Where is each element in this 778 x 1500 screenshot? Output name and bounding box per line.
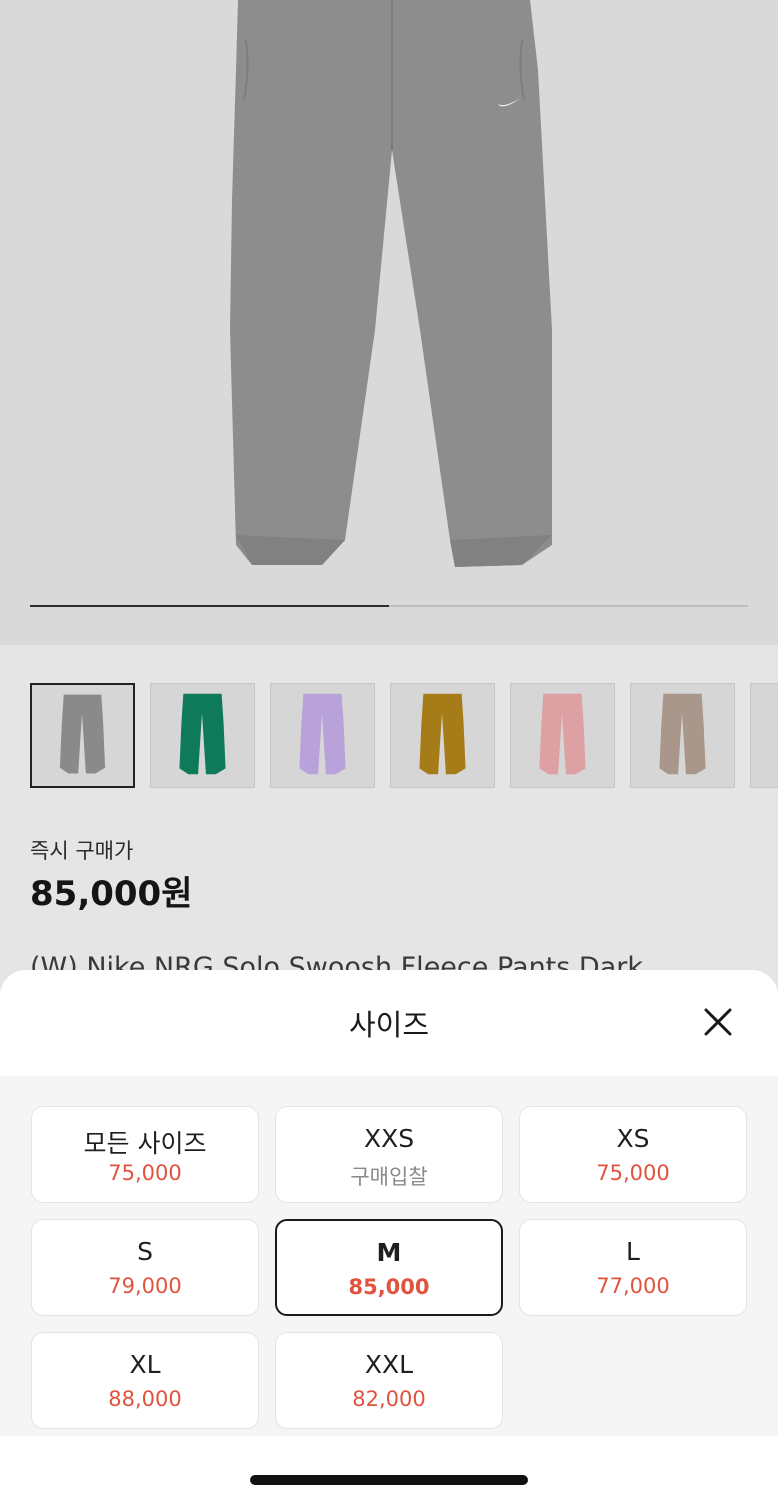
thumbnail-2[interactable] xyxy=(270,683,375,788)
size-price: 75,000 xyxy=(108,1161,182,1185)
size-label: XXL xyxy=(364,1350,414,1379)
size-option[interactable]: S 79,000 xyxy=(31,1219,259,1316)
size-label: M xyxy=(376,1238,402,1267)
pants-thumbnail-icon xyxy=(419,693,466,775)
close-button[interactable] xyxy=(696,1000,740,1044)
sheet-title: 사이즈 xyxy=(348,1008,430,1042)
size-price: 79,000 xyxy=(108,1274,182,1298)
close-icon xyxy=(704,1008,732,1036)
image-progress-bar xyxy=(30,605,748,607)
sheet-header: 사이즈 xyxy=(0,970,778,1076)
size-option[interactable]: XXL 82,000 xyxy=(275,1332,503,1429)
thumbnail-3[interactable] xyxy=(390,683,495,788)
thumbnail-0[interactable] xyxy=(30,683,135,788)
size-label: XXS xyxy=(363,1124,415,1153)
price-value: 85,000원 xyxy=(30,874,193,914)
thumbnail-more[interactable] xyxy=(750,683,778,788)
size-label: 모든 사이즈 xyxy=(83,1129,207,1158)
size-option[interactable]: XXS 구매입찰 xyxy=(275,1106,503,1203)
product-image[interactable] xyxy=(0,0,778,645)
sweatpants-icon xyxy=(230,0,552,567)
size-option[interactable]: L 77,000 xyxy=(519,1219,747,1316)
size-option[interactable]: 모든 사이즈 75,000 xyxy=(31,1106,259,1203)
size-label: XL xyxy=(129,1350,161,1379)
color-thumbnails xyxy=(30,683,778,789)
size-label: L xyxy=(626,1237,640,1266)
thumbnail-5[interactable] xyxy=(630,683,735,788)
size-grid: 모든 사이즈 75,000 XXS 구매입찰 XS 75,000 S 79,000 M 85,00… xyxy=(0,1076,778,1436)
pants-thumbnail-icon xyxy=(659,693,706,775)
size-option[interactable]: XL 88,000 xyxy=(31,1332,259,1429)
size-price: 82,000 xyxy=(352,1387,426,1411)
pants-thumbnail-icon xyxy=(179,693,226,775)
thumbnail-1[interactable] xyxy=(150,683,255,788)
size-option[interactable]: M 85,000 xyxy=(275,1219,503,1316)
price-label: 즉시 구매가 xyxy=(30,839,134,863)
thumbnail-4[interactable] xyxy=(510,683,615,788)
size-price: 85,000 xyxy=(348,1275,430,1299)
pants-thumbnail-icon xyxy=(299,693,346,775)
home-indicator xyxy=(250,1475,528,1485)
size-price: 77,000 xyxy=(596,1274,670,1298)
size-option[interactable]: XS 75,000 xyxy=(519,1106,747,1203)
size-price: 75,000 xyxy=(596,1161,670,1185)
size-label: XS xyxy=(616,1124,650,1153)
size-sheet: 사이즈 모든 사이즈 75,000 XXS 구매입찰 XS 75,000 S 79,000 M 8… xyxy=(0,970,778,1500)
image-progress-fill xyxy=(30,605,389,607)
size-label: S xyxy=(137,1237,153,1266)
product-page: 즉시 구매가 85,000원 (W) Nike NRG Solo Swoosh … xyxy=(0,0,778,1500)
pants-thumbnail-icon xyxy=(539,693,586,775)
pants-thumbnail-icon xyxy=(59,694,106,774)
size-price: 88,000 xyxy=(108,1387,182,1411)
size-price: 구매입찰 xyxy=(350,1165,428,1189)
